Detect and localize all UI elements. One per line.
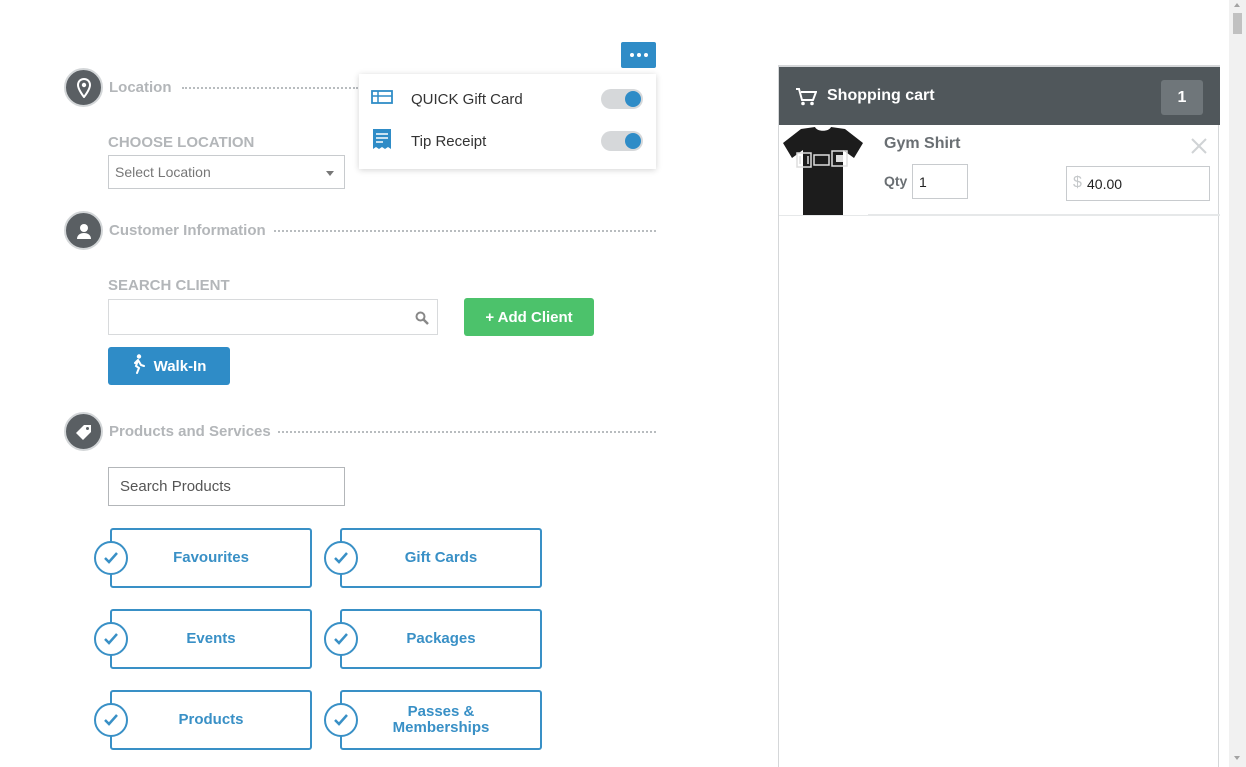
location-select[interactable]: Select Location [108,155,345,189]
qty-label: Qty [884,173,908,189]
location-select-value: Select Location [115,164,211,180]
toggle-knob [625,91,641,107]
tag-icon [64,412,103,451]
category-gift-cards[interactable]: Gift Cards [340,528,542,588]
section-divider [182,87,358,89]
check-icon [324,622,358,656]
check-icon [94,703,128,737]
scroll-down-icon[interactable] [1234,756,1240,760]
location-section-header: Location [64,68,172,107]
search-products-input[interactable]: Search Products [108,467,345,506]
category-events[interactable]: Events [110,609,312,669]
currency-symbol: $ [1073,174,1082,191]
shopping-cart-panel: Shopping cart 1 Gym Shirt Qty 1 $ 40.00 [778,65,1220,767]
more-options-button[interactable] [621,42,656,68]
product-image [779,126,868,215]
cart-icon [795,88,818,111]
scroll-thumb[interactable] [1233,13,1242,34]
section-divider [278,431,656,433]
menu-item-quick-gift-card[interactable]: QUICK Gift Card [359,78,656,120]
receipt-icon [371,128,393,155]
search-client-label: SEARCH CLIENT [108,277,230,294]
cart-item-name: Gym Shirt [884,135,961,152]
cart-title: Shopping cart [827,87,935,104]
dot [643,53,648,57]
menu-item-label: Tip Receipt [411,132,487,150]
search-client-input[interactable] [108,299,438,335]
search-icon [415,311,429,330]
qty-input[interactable]: 1 [912,164,968,199]
menu-item-label: QUICK Gift Card [411,90,523,108]
cart-header: Shopping cart 1 [779,65,1220,125]
category-packages[interactable]: Packages [340,609,542,669]
walk-in-label: Walk-In [153,357,207,375]
cart-item: Gym Shirt Qty 1 $ 40.00 [779,125,1220,216]
walking-person-icon [132,354,146,378]
menu-item-tip-receipt[interactable]: Tip Receipt [359,120,656,162]
choose-location-label: CHOOSE LOCATION [108,134,255,151]
check-icon [324,541,358,575]
user-icon [64,211,103,250]
section-divider [274,230,656,232]
scroll-up-icon[interactable] [1234,3,1240,7]
page-scrollbar[interactable] [1229,0,1246,767]
category-favourites[interactable]: Favourites [110,528,312,588]
cart-count-badge: 1 [1161,80,1203,115]
check-icon [94,541,128,575]
remove-item-icon[interactable] [1190,137,1208,160]
toggle-knob [625,133,641,149]
customer-section-title: Customer Information [109,222,266,239]
gift-card-icon [371,89,393,110]
add-client-button[interactable]: + Add Client [464,298,594,336]
dot [636,53,641,57]
customer-section-header: Customer Information [64,211,266,250]
check-icon [94,622,128,656]
pos-page: Location CHOOSE LOCATION Select Location… [0,0,1246,767]
products-section-header: Products and Services [64,412,271,451]
options-dropdown: QUICK Gift Card Tip Receipt [359,74,656,169]
map-pin-icon [64,68,103,107]
dot [629,53,634,57]
quick-gift-card-toggle[interactable] [601,89,643,109]
price-input[interactable]: $ 40.00 [1066,166,1210,201]
price-value: 40.00 [1087,176,1123,192]
check-icon [324,703,358,737]
category-passes-memberships[interactable]: Passes & Memberships [340,690,542,750]
tip-receipt-toggle[interactable] [601,131,643,151]
walk-in-button[interactable]: Walk-In [108,347,230,385]
products-section-title: Products and Services [109,423,271,440]
location-section-title: Location [109,79,172,96]
category-products[interactable]: Products [110,690,312,750]
chevron-down-icon [326,171,334,176]
